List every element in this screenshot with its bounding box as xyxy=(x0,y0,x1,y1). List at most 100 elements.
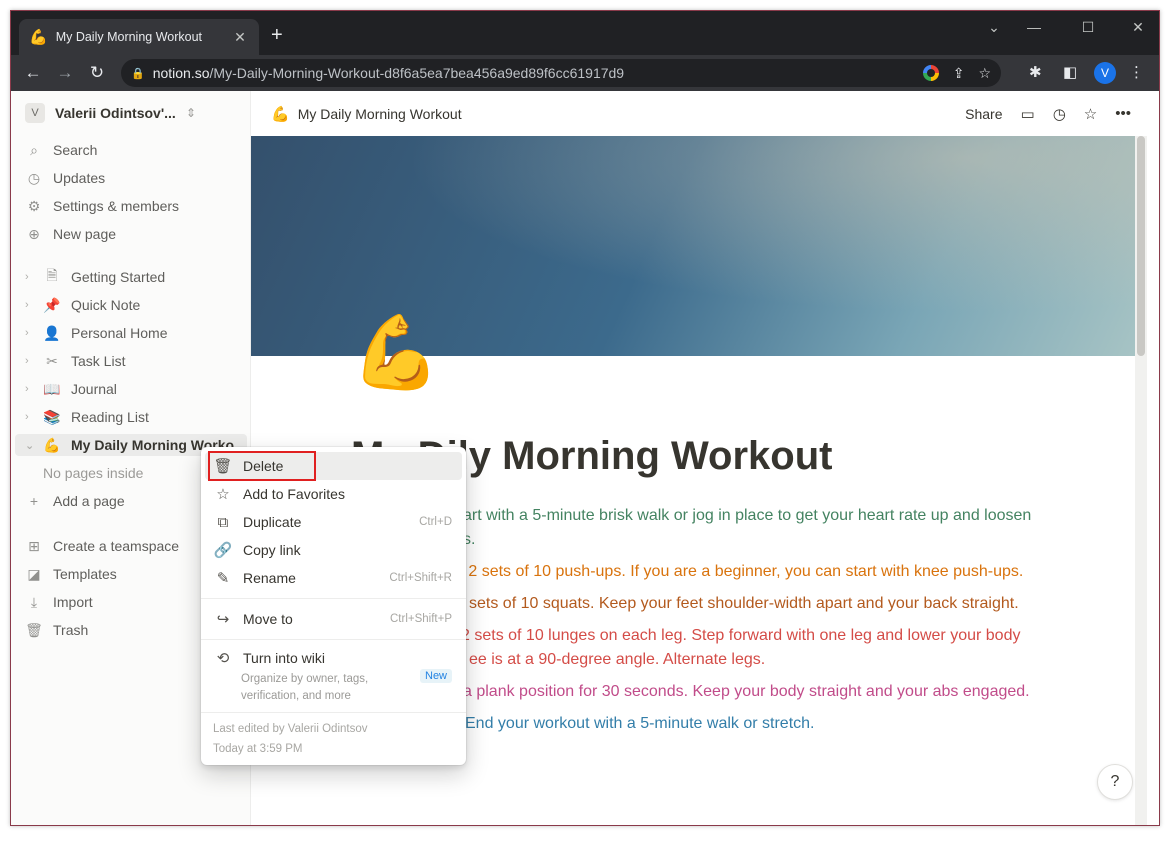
bicep-icon: 💪 xyxy=(43,436,61,453)
menu-copy-link[interactable]: 🔗 Copy link xyxy=(205,536,462,564)
menu-item-label: Turn into wiki xyxy=(243,650,325,666)
wiki-description: Organize by owner, tags, verification, a… xyxy=(241,673,369,702)
forward-icon[interactable]: → xyxy=(49,63,81,83)
profile-avatar[interactable]: V xyxy=(1094,62,1116,84)
scrollbar[interactable] xyxy=(1135,136,1147,825)
menu-turn-into-wiki[interactable]: ⟲ Turn into wiki xyxy=(205,644,462,672)
workout-line-warmup[interactable]: art with a 5-minute brisk walk or jog in… xyxy=(463,507,1031,525)
books-icon: 📚 xyxy=(43,408,61,425)
menu-item-label: Move to xyxy=(243,611,293,627)
chevron-right-icon[interactable]: › xyxy=(25,327,35,339)
share-page-icon[interactable]: ⇪ xyxy=(953,65,965,82)
new-badge: New xyxy=(420,669,453,683)
workout-line-lunges-cont[interactable]: ee is at a 90-degree angle. Alternate le… xyxy=(469,651,765,669)
tab-strip: 💪 My Daily Morning Workout ✕ + ⌄ — ☐ ✕ xyxy=(11,11,1159,55)
url-path: /My-Daily-Morning-Workout-d8f6a5ea7bea45… xyxy=(209,65,625,81)
lock-icon: 🔒 xyxy=(131,67,145,80)
sidebar-item-label: Quick Note xyxy=(71,297,141,313)
no-pages-label: No pages inside xyxy=(43,465,144,481)
sidebar-item-settings[interactable]: ⚙ Settings & members xyxy=(25,195,179,217)
side-panel-icon[interactable]: ◧ xyxy=(1063,63,1077,81)
share-button[interactable]: Share xyxy=(965,106,1002,122)
sidebar-item-label: Reading List xyxy=(71,409,149,425)
trash-icon: 🗑 xyxy=(25,621,43,638)
url-host: notion.so xyxy=(152,65,210,81)
sidebar-page-quick-note[interactable]: › 📌 Quick Note xyxy=(25,294,140,316)
close-window-icon[interactable]: ✕ xyxy=(1123,19,1153,36)
comments-icon[interactable]: ▭ xyxy=(1021,105,1035,123)
wiki-icon: ⟲ xyxy=(216,650,230,667)
extensions-icon[interactable]: ✱ xyxy=(1029,63,1042,81)
sidebar-templates[interactable]: ◪ Templates xyxy=(25,563,117,585)
google-icon[interactable] xyxy=(922,64,939,81)
chevron-right-icon[interactable]: › xyxy=(25,271,35,283)
person-icon: 👤 xyxy=(43,324,61,341)
browser-window: 💪 My Daily Morning Workout ✕ + ⌄ — ☐ ✕ ←… xyxy=(10,10,1160,826)
sidebar-item-label: Getting Started xyxy=(71,269,166,285)
sidebar-item-label: Journal xyxy=(71,381,117,397)
menu-divider xyxy=(201,712,466,713)
menu-add-to-favorites[interactable]: ☆ Add to Favorites xyxy=(205,480,462,508)
highlight-box xyxy=(208,451,316,481)
sidebar-item-new-page[interactable]: ⊕ New page xyxy=(25,223,116,245)
gear-icon: ⚙ xyxy=(27,197,41,214)
browser-tab[interactable]: 💪 My Daily Morning Workout ✕ xyxy=(19,19,259,55)
sidebar-item-label: Add a page xyxy=(53,493,125,509)
maximize-icon[interactable]: ☐ xyxy=(1073,19,1103,36)
import-icon: ⤓ xyxy=(30,593,38,610)
move-arrow-icon: ↪ xyxy=(216,611,230,628)
menu-rename[interactable]: ✎ Rename Ctrl+Shift+R xyxy=(205,564,462,592)
bicep-icon: 💪 xyxy=(29,29,48,46)
breadcrumb[interactable]: My Daily Morning Workout xyxy=(298,106,462,122)
sidebar-item-label: Personal Home xyxy=(71,325,168,341)
workout-line-lunges[interactable]: 2 sets of 10 lunges on each leg. Step fo… xyxy=(461,627,1020,645)
workspace-switcher[interactable]: V Valerii Odintsov'... ⇕ xyxy=(25,103,196,123)
close-tab-icon[interactable]: ✕ xyxy=(231,29,249,46)
browser-menu-icon[interactable]: ⋮ xyxy=(1129,63,1144,81)
sidebar-page-getting-started[interactable]: › 🗎 Getting Started xyxy=(25,266,165,288)
chevron-right-icon[interactable]: › xyxy=(25,355,35,367)
workout-line-pushups[interactable]: o 2 sets of 10 push-ups. If you are a be… xyxy=(455,563,1023,581)
chevron-right-icon[interactable]: › xyxy=(25,383,35,395)
sidebar-page-task-list[interactable]: › ✂ Task List xyxy=(25,350,125,372)
favorite-star-icon[interactable]: ☆ xyxy=(1084,105,1097,123)
sidebar-trash[interactable]: 🗑 Trash xyxy=(25,619,88,641)
sidebar-page-journal[interactable]: › 📖 Journal xyxy=(25,378,117,400)
back-icon[interactable]: ← xyxy=(17,63,49,83)
workout-line-squats[interactable]: sets of 10 squats. Keep your feet should… xyxy=(469,595,1019,613)
page-topbar: 💪 My Daily Morning Workout Share ▭ ◷ ☆ •… xyxy=(251,91,1147,136)
sidebar-page-reading-list[interactable]: › 📚 Reading List xyxy=(25,406,149,428)
minimize-icon[interactable]: — xyxy=(1019,19,1049,35)
workout-line-plank[interactable]: a plank position for 30 seconds. Keep yo… xyxy=(463,683,1030,701)
new-tab-icon[interactable]: + xyxy=(271,25,283,45)
sidebar-item-label: Templates xyxy=(53,566,117,582)
bookmark-star-icon[interactable]: ☆ xyxy=(978,65,991,82)
menu-divider xyxy=(201,639,466,640)
scrollbar-thumb[interactable] xyxy=(1137,136,1145,356)
page-icon-bicep[interactable]: 💪 xyxy=(351,313,441,393)
sidebar-page-personal-home[interactable]: › 👤 Personal Home xyxy=(25,322,168,344)
menu-move-to[interactable]: ↪ Move to Ctrl+Shift+P xyxy=(205,605,462,633)
menu-duplicate[interactable]: ⧉ Duplicate Ctrl+D xyxy=(205,508,462,536)
sidebar-add-page[interactable]: + Add a page xyxy=(25,490,125,512)
more-options-icon[interactable]: ••• xyxy=(1115,105,1131,122)
search-icon: ⌕ xyxy=(30,141,38,158)
reload-icon[interactable]: ↻ xyxy=(81,63,113,83)
help-button[interactable]: ? xyxy=(1097,764,1133,800)
chevron-down-icon[interactable]: ⌄ xyxy=(25,439,35,452)
chevron-right-icon[interactable]: › xyxy=(25,411,35,423)
address-bar[interactable]: 🔒 notion.so /My-Daily-Morning-Workout-d8… xyxy=(121,59,1001,87)
sidebar-item-label: Task List xyxy=(71,353,126,369)
bicep-icon: 💪 xyxy=(271,105,290,123)
browser-toolbar: ← → ↻ 🔒 notion.so /My-Daily-Morning-Work… xyxy=(11,55,1159,91)
sidebar-item-updates[interactable]: ◷ Updates xyxy=(25,167,105,189)
star-icon: ☆ xyxy=(216,486,230,503)
last-edited-time: Today at 3:59 PM xyxy=(213,743,303,755)
sidebar-import[interactable]: ⤓ Import xyxy=(25,591,93,613)
history-clock-icon[interactable]: ◷ xyxy=(1053,105,1066,123)
sidebar-create-teamspace[interactable]: ⊞ Create a teamspace xyxy=(25,535,179,557)
tab-search-icon[interactable]: ⌄ xyxy=(979,19,1009,36)
workout-line-cooldown[interactable]: End your workout with a 5-minute walk or… xyxy=(465,715,814,733)
chevron-right-icon[interactable]: › xyxy=(25,299,35,311)
sidebar-item-search[interactable]: ⌕ Search xyxy=(25,139,97,161)
